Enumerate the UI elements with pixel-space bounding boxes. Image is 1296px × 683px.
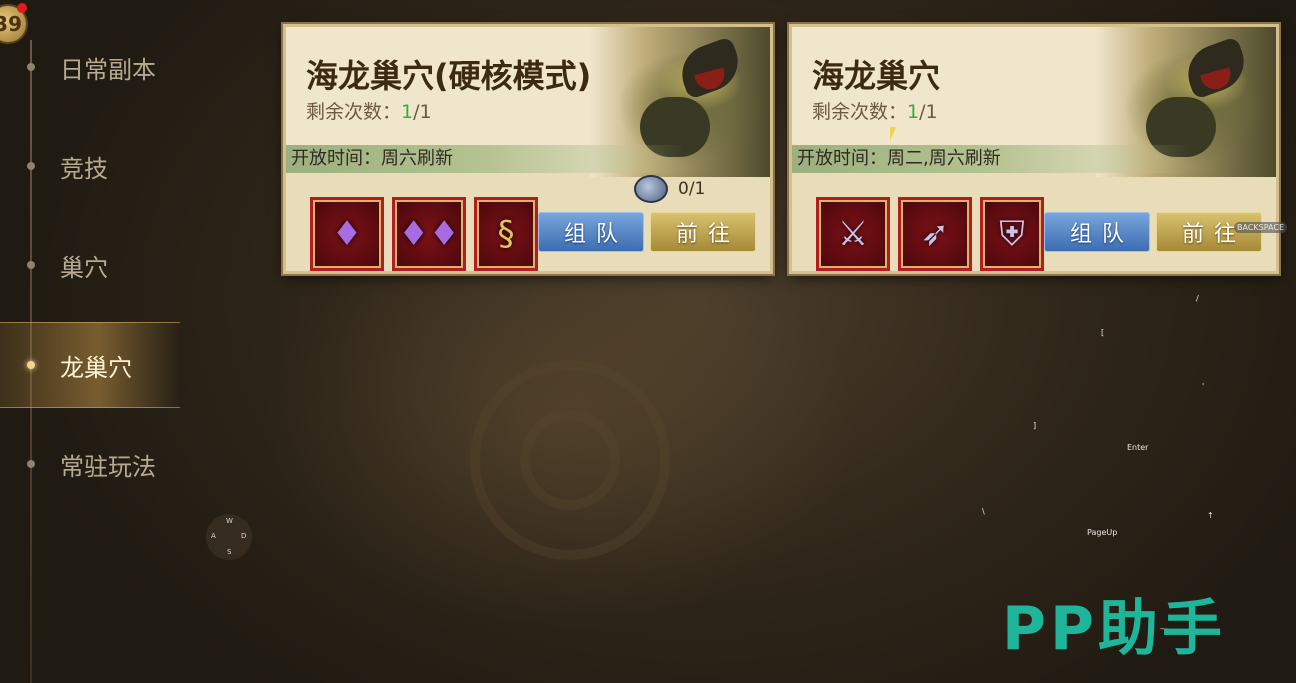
nav-dot [27,162,35,170]
go-button[interactable]: 前往 [650,212,756,252]
armor-icon[interactable]: ⛨ [980,197,1044,271]
nav-item-lair[interactable]: 巢穴 [0,235,180,295]
team-button[interactable]: 组队 [1044,212,1150,252]
notification-dot [17,3,27,13]
dungeon-card-hardcore[interactable]: 海龙巢穴(硬核模式) 剩余次数：1/1 开放时间：周六刷新 0/1 ♦ ♦♦ §… [283,24,773,274]
open-time: 开放时间：周二,周六刷新 [792,145,1189,173]
bow-icon[interactable]: ➶ [898,197,972,271]
s-key-label: S [227,548,232,556]
quote-key-hint: ' [1202,382,1205,391]
pageup-key-hint: PageUp [1087,528,1118,537]
earrings-icon[interactable]: ♦♦ [392,197,466,271]
axe-icon[interactable]: ⚔ [816,197,890,271]
arrow-up-key-hint: ↑ [1207,511,1214,520]
enter-key-hint: Enter [1127,443,1149,452]
open-time: 开放时间：周六刷新 [286,145,683,173]
card-title: 海龙巢穴(硬核模式) [306,57,592,95]
nav-item-label: 日常副本 [60,55,156,84]
nav-dot [27,460,35,468]
w-key-label: W [226,517,233,525]
nav-item-dragon-lair[interactable]: 龙巢穴 [0,322,180,408]
pendant-icon[interactable]: § [474,197,538,271]
mouse-cursor-icon [890,127,902,141]
backspace-key-hint[interactable]: BACKSPACE [1234,222,1288,233]
nav-dot [27,261,35,269]
pp-assistant-watermark: PP助手 [1002,594,1226,664]
nav-item-daily-dungeon[interactable]: 日常副本 [0,37,180,97]
dungeon-card-normal[interactable]: 海龙巢穴 剩余次数：1/1 开放时间：周二,周六刷新 ⚔ ➶ ⛨ 组队 前往 [789,24,1279,274]
nav-item-label: 竞技 [60,154,108,183]
bracket-left-key-hint: [ [1101,328,1105,337]
nav-item-arena[interactable]: 竞技 [0,136,180,196]
nav-dot [27,361,35,369]
wasd-joystick[interactable]: W A D S [206,514,252,560]
remaining-attempts: 剩余次数：1/1 [812,101,938,123]
d-key-label: D [241,532,247,540]
card-title: 海龙巢穴 [812,57,941,95]
token-count: 0/1 [678,179,706,199]
slash-key-hint: / [1196,294,1199,303]
nav-item-label: 龙巢穴 [60,353,132,382]
remaining-attempts: 剩余次数：1/1 [306,101,432,123]
necklace-icon[interactable]: ♦ [310,197,384,271]
nav-item-label: 常驻玩法 [60,452,156,481]
backslash-key-hint: \ [982,507,985,516]
bracket-right-key-hint: ] [1033,421,1037,430]
nav-dot [27,63,35,71]
nav-item-permanent-modes[interactable]: 常驻玩法 [0,434,180,494]
nav-item-label: 巢穴 [60,253,108,282]
a-key-label: A [211,532,216,540]
background-ornament [520,410,620,510]
key-token-icon [634,175,668,203]
team-button[interactable]: 组队 [538,212,644,252]
